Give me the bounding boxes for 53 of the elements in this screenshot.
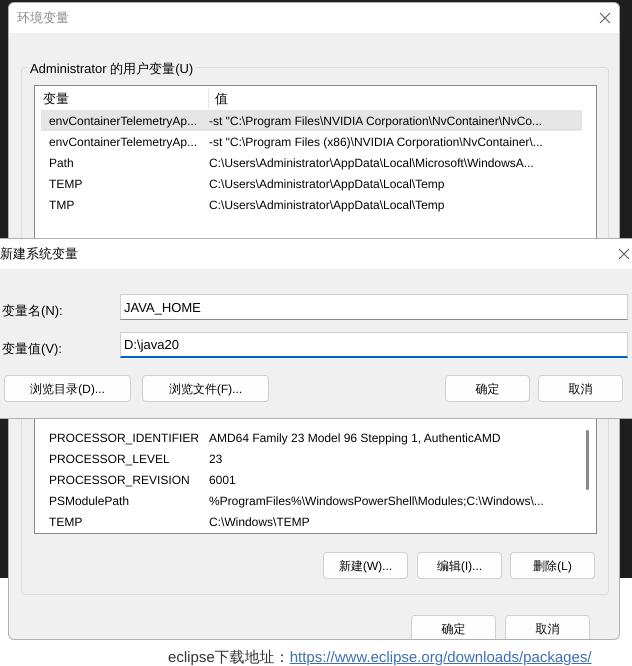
- window-title: 新建系统变量: [0, 245, 78, 264]
- variable-value: 6001: [209, 472, 236, 488]
- variable-name: envContainerTelemetryAp...: [48, 112, 198, 130]
- input-field[interactable]: JAVA_HOME: [120, 294, 628, 320]
- input-field[interactable]: D:\java20: [120, 332, 628, 358]
- variable-value: C:\Users\Administrator\AppData\Local\Microsoft\WindowsA...: [209, 154, 534, 172]
- list-row[interactable]: PSModulePath %ProgramFiles%\WindowsPowerShell\Modules;C:\Windows\...: [41, 490, 582, 511]
- variable-name: envContainerTelemetryAp...: [48, 134, 198, 150]
- list-row[interactable]: PROCESSOR_REVISION 6001: [41, 469, 582, 490]
- variable-name: TMP: [48, 196, 76, 214]
- button[interactable]: 确定: [445, 375, 530, 402]
- field-label: 变量名(N):: [2, 302, 63, 320]
- column-header[interactable]: 值: [209, 89, 228, 109]
- field-label: 变量值(V):: [2, 340, 62, 358]
- column-header[interactable]: 变量: [41, 89, 209, 109]
- variable-value: %ProgramFiles%\WindowsPowerShell\Modules;C:\Windows\...: [209, 492, 544, 510]
- list-row[interactable]: Path C:\Users\Administrator\AppData\Local\Microsoft\WindowsA...: [41, 152, 582, 173]
- variable-name: Path: [48, 154, 75, 172]
- variable-value: AMD64 Family 23 Model 96 Stepping 1, AuthenticAMD: [209, 430, 500, 446]
- variable-value: C:\Users\Administrator\AppData\Local\Temp: [209, 176, 444, 192]
- close-icon[interactable]: [599, 12, 611, 24]
- window-title: 环境变量: [17, 9, 69, 28]
- link[interactable]: https://www.eclipse.org/downloads/packages/: [290, 647, 592, 666]
- list-row[interactable]: TEMP C:\Users\Administrator\AppData\Local\Temp: [41, 173, 582, 194]
- variable-name: PROCESSOR_LEVEL: [48, 450, 171, 468]
- button[interactable]: 确定: [411, 615, 496, 639]
- button[interactable]: 新建(W)...: [323, 552, 408, 579]
- variable-name: PROCESSOR_REVISION: [48, 472, 191, 488]
- button[interactable]: 编辑(I)...: [417, 552, 502, 579]
- variable-name: PROCESSOR_IDENTIFIER: [48, 430, 200, 446]
- variable-name: TEMP: [48, 176, 84, 192]
- variable-name: PSModulePath: [48, 492, 130, 510]
- button[interactable]: 删除(L): [510, 552, 595, 579]
- list-row[interactable]: PROCESSOR_IDENTIFIER AMD64 Family 23 Model 96 Stepping 1, AuthenticAMD: [41, 427, 582, 448]
- variable-value: -st "C:\Program Files (x86)\NVIDIA Corporation\NvContainer\...: [209, 134, 543, 150]
- group-label: Administrator 的用户变量(U): [28, 59, 196, 78]
- page-text: eclipse下载地址：: [168, 648, 290, 666]
- list-row[interactable]: PROCESSOR_LEVEL 23: [41, 448, 582, 469]
- variable-value: 23: [209, 450, 222, 468]
- button[interactable]: 取消: [538, 375, 623, 402]
- list-row[interactable]: envContainerTelemetryAp... -st "C:\Program Files\NVIDIA Corporation\NvContainer\NvCo...: [41, 110, 582, 131]
- list-row[interactable]: TEMP C:\Windows\TEMP: [41, 511, 582, 532]
- list-row[interactable]: envContainerTelemetryAp... -st "C:\Program Files (x86)\NVIDIA Corporation\NvContainer\...: [41, 131, 582, 152]
- list-row[interactable]: TMP C:\Users\Administrator\AppData\Local\Temp: [41, 194, 582, 215]
- variable-value: C:\Windows\TEMP: [209, 514, 310, 530]
- variable-value: -st "C:\Program Files\NVIDIA Corporation\NvContainer\NvCo...: [209, 112, 542, 130]
- button[interactable]: 浏览目录(D)...: [4, 375, 131, 402]
- variable-value: C:\Users\Administrator\AppData\Local\Temp: [209, 196, 444, 214]
- variable-name: TEMP: [48, 514, 84, 530]
- scrollbar-thumb[interactable]: [586, 430, 589, 490]
- button[interactable]: 浏览文件(F)...: [142, 375, 269, 402]
- close-icon[interactable]: [618, 248, 630, 260]
- button[interactable]: 取消: [505, 615, 590, 639]
